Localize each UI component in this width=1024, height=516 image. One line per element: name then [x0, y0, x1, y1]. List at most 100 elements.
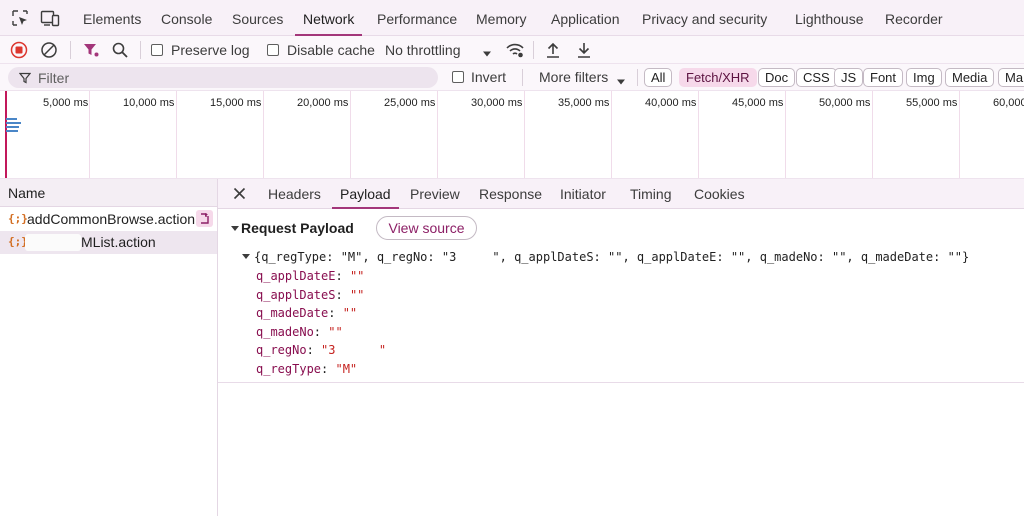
timeline-tick-label: 20,000 ms [297, 97, 349, 109]
property-key: q_applDateS [256, 288, 336, 302]
network-conditions-wifi-icon[interactable] [505, 41, 525, 59]
preserve-log-checkbox[interactable] [151, 44, 163, 56]
stop-recording-icon[interactable] [10, 41, 28, 59]
filterbar-divider [522, 69, 523, 86]
xhr-request-icon: {;} [8, 212, 28, 225]
tab-payload[interactable]: Payload [332, 179, 399, 209]
filter-bar: Filter Invert More filters All Fetch/XHR… [0, 64, 1024, 91]
inspect-element-icon[interactable] [11, 9, 29, 27]
filter-funnel-icon [18, 72, 32, 87]
timeline-request-bar [6, 122, 21, 124]
timeline-gridline [524, 91, 525, 178]
import-har-upload-icon[interactable] [545, 41, 561, 59]
filterbar-divider [637, 69, 638, 86]
clear-icon[interactable] [40, 41, 58, 59]
timeline-gridline [263, 91, 264, 178]
payload-object-summary[interactable]: {q_regType: "M", q_regNo: "3 ", q_applDa… [254, 250, 969, 264]
filter-chip-css[interactable]: CSS [796, 68, 837, 87]
payload-property: q_applDateE: "" [256, 269, 365, 283]
timeline-request-bar [6, 126, 19, 128]
chevron-down-icon[interactable] [616, 74, 626, 89]
tab-cookies[interactable]: Cookies [694, 179, 745, 209]
disable-cache-label[interactable]: Disable cache [287, 42, 375, 58]
tab-application[interactable]: Application [551, 0, 620, 36]
timeline-gridline [89, 91, 90, 178]
filter-chip-fetch-xhr[interactable]: Fetch/XHR [679, 68, 757, 87]
timeline-gridline [872, 91, 873, 178]
panel-divider [218, 382, 1024, 383]
device-toolbar-icon[interactable] [40, 9, 60, 27]
property-value: "" [328, 325, 343, 339]
tab-privacy-and-security[interactable]: Privacy and security [642, 0, 767, 36]
filter-chip-all[interactable]: All [644, 68, 673, 87]
timeline-tick-label: 55,000 ms [906, 97, 958, 109]
preserve-log-label[interactable]: Preserve log [171, 42, 250, 58]
chevron-down-icon[interactable] [482, 46, 492, 64]
view-source-button[interactable]: View source [376, 216, 477, 240]
tab-sources[interactable]: Sources [232, 0, 283, 36]
timeline-request-bar [6, 130, 18, 132]
detail-tabbar: Headers Payload Preview Response Initiat… [218, 179, 1024, 209]
tab-lighthouse[interactable]: Lighthouse [795, 0, 864, 36]
filter-chip-media[interactable]: Media [945, 68, 995, 87]
toolbar-divider [70, 41, 71, 59]
request-row[interactable]: {;} addCommonBrowse.action [0, 208, 217, 231]
property-value: "M" [335, 362, 358, 376]
request-row[interactable]: {;} MList.action [0, 231, 217, 254]
tab-elements[interactable]: Elements [83, 0, 141, 36]
payload-property: q_regType: "M" [256, 362, 358, 376]
timeline-gridline [698, 91, 699, 178]
request-list: Name {;} addCommonBrowse.action {;} MLis… [0, 179, 218, 516]
tab-performance[interactable]: Performance [377, 0, 457, 36]
tab-preview[interactable]: Preview [410, 179, 460, 209]
timeline-tick-label: 10,000 ms [123, 97, 175, 109]
tab-console[interactable]: Console [161, 0, 212, 36]
close-icon[interactable] [233, 187, 246, 203]
tab-memory[interactable]: Memory [476, 0, 527, 36]
timeline-tick-label: 45,000 ms [732, 97, 784, 109]
open-in-panel-icon[interactable] [196, 210, 213, 227]
tab-initiator[interactable]: Initiator [560, 179, 606, 209]
redacted-text [25, 234, 81, 251]
timeline-gridline [350, 91, 351, 178]
filter-input[interactable]: Filter [8, 67, 438, 88]
toolbar-divider [140, 41, 141, 59]
name-column-header[interactable]: Name [0, 179, 217, 207]
triangle-down-icon[interactable] [231, 226, 239, 231]
filter-chip-img[interactable]: Img [906, 68, 942, 87]
timeline-tick-label: 35,000 ms [558, 97, 610, 109]
filter-chip-font[interactable]: Font [863, 68, 904, 87]
export-har-download-icon[interactable] [576, 41, 592, 59]
timeline-tick-label: 60,000 [993, 97, 1024, 109]
payload-property: q_regNo: "3 " [256, 343, 387, 357]
throttling-select[interactable]: No throttling [385, 42, 460, 58]
tab-timing[interactable]: Timing [630, 179, 672, 209]
payload-property: q_applDateS: "" [256, 288, 365, 302]
filter-placeholder: Filter [38, 70, 70, 86]
network-toolbar: Preserve log Disable cache No throttling [0, 36, 1024, 64]
network-overview-timeline[interactable]: 5,000 ms 10,000 ms 15,000 ms 20,000 ms 2… [0, 91, 1024, 179]
timeline-tick-label: 15,000 ms [210, 97, 262, 109]
filter-chip-doc[interactable]: Doc [758, 68, 796, 87]
property-key: q_madeNo [256, 325, 314, 339]
tab-network[interactable]: Network [294, 0, 363, 36]
filter-chip-js[interactable]: JS [834, 68, 864, 87]
invert-label[interactable]: Invert [471, 69, 506, 85]
invert-checkbox[interactable] [452, 71, 464, 83]
timeline-gridline [437, 91, 438, 178]
property-value: "" [349, 269, 365, 283]
timeline-tick-label: 50,000 ms [819, 97, 871, 109]
tab-response[interactable]: Response [479, 179, 542, 209]
request-payload-title[interactable]: Request Payload [241, 220, 354, 236]
payload-property: q_madeDate: "" [256, 306, 358, 320]
tab-recorder[interactable]: Recorder [885, 0, 943, 36]
filter-chip-manifest[interactable]: Ma [998, 68, 1024, 87]
triangle-down-icon[interactable] [242, 254, 250, 259]
disable-cache-checkbox[interactable] [267, 44, 279, 56]
filter-funnel-icon[interactable] [82, 41, 100, 59]
request-name: MList.action [81, 234, 156, 250]
tab-headers[interactable]: Headers [268, 179, 321, 209]
more-filters-dropdown[interactable]: More filters [539, 69, 608, 85]
timeline-gridline [611, 91, 612, 178]
search-icon[interactable] [111, 41, 129, 59]
